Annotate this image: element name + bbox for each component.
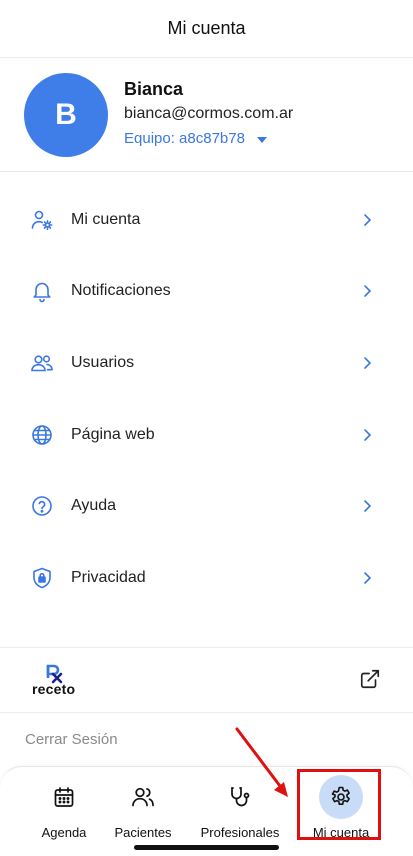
external-link-icon[interactable] [359,668,381,690]
chevron-right-icon [364,428,372,441]
profile-email: bianca@cormos.com.ar [124,105,294,122]
stethoscope-icon [220,777,260,817]
menu-item-label: Ayuda [71,497,117,515]
menu-item-label: Página web [71,425,155,443]
annotation-highlight-box [297,769,381,840]
menu-item-pagina-web[interactable]: Página web [0,399,413,471]
team-selector[interactable]: Equipo: a8c87b78 [124,130,267,147]
calendar-icon [44,777,84,817]
bell-icon [30,279,54,303]
profile-name: Bianca [124,79,184,99]
chevron-right-icon [364,357,372,369]
menu-item-label: Notificaciones [71,282,171,300]
tab-label: Agenda [41,825,87,840]
brand-name: receto [32,681,76,697]
menu-item-usuarios[interactable]: Usuarios [0,327,413,399]
patients-icon [123,777,163,817]
menu-item-privacidad[interactable]: Privacidad [0,542,413,614]
settings-menu: Mi cuenta Notificaciones Usuarios Página… [0,184,413,614]
tab-pacientes[interactable]: Pacientes [110,767,176,847]
tab-label: Pacientes [114,825,172,840]
menu-item-notificaciones[interactable]: Notificaciones [0,256,413,328]
users-icon [30,351,54,375]
shield-lock-icon [30,566,54,590]
caret-down-icon [256,136,267,143]
chevron-right-icon [364,213,372,226]
profile-section: B Bianca bianca@cormos.com.ar Equipo: a8… [0,58,413,172]
menu-item-label: Mi cuenta [71,210,141,228]
chevron-right-icon [364,285,372,298]
menu-item-label: Usuarios [71,353,135,371]
team-label: Equipo: a8c87b78 [124,130,245,147]
brand-row[interactable]: receto [0,647,413,713]
top-header: Mi cuenta [0,0,413,58]
tab-agenda[interactable]: Agenda [36,767,92,847]
chevron-right-icon [364,571,372,584]
chevron-right-icon [364,500,372,512]
logout-button[interactable]: Cerrar Sesión [25,731,118,748]
user-settings-icon [30,208,54,232]
menu-item-label: Privacidad [71,568,146,586]
menu-item-mi-cuenta[interactable]: Mi cuenta [0,184,413,256]
tab-label: Profesionales [200,825,280,840]
menu-item-ayuda[interactable]: Ayuda [0,470,413,542]
page-title: Mi cuenta [167,18,246,38]
help-circle-icon [30,494,54,518]
tab-profesionales[interactable]: Profesionales [196,767,284,847]
globe-icon [30,423,54,447]
home-indicator [134,845,279,850]
avatar: B [24,73,108,157]
